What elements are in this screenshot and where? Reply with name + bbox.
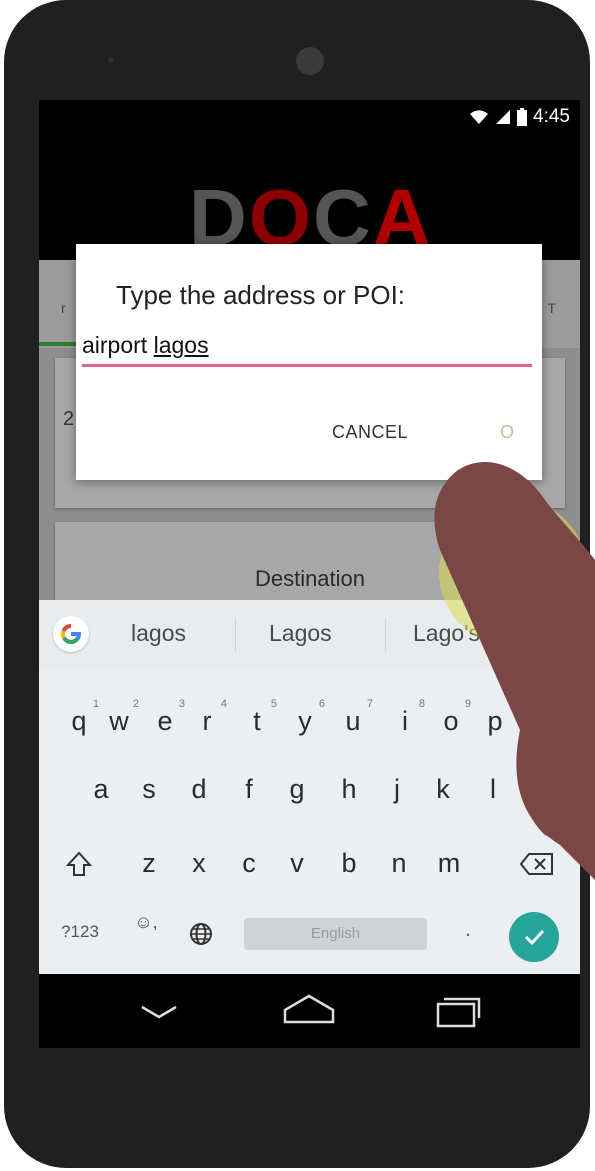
finger-overlay xyxy=(434,461,595,880)
